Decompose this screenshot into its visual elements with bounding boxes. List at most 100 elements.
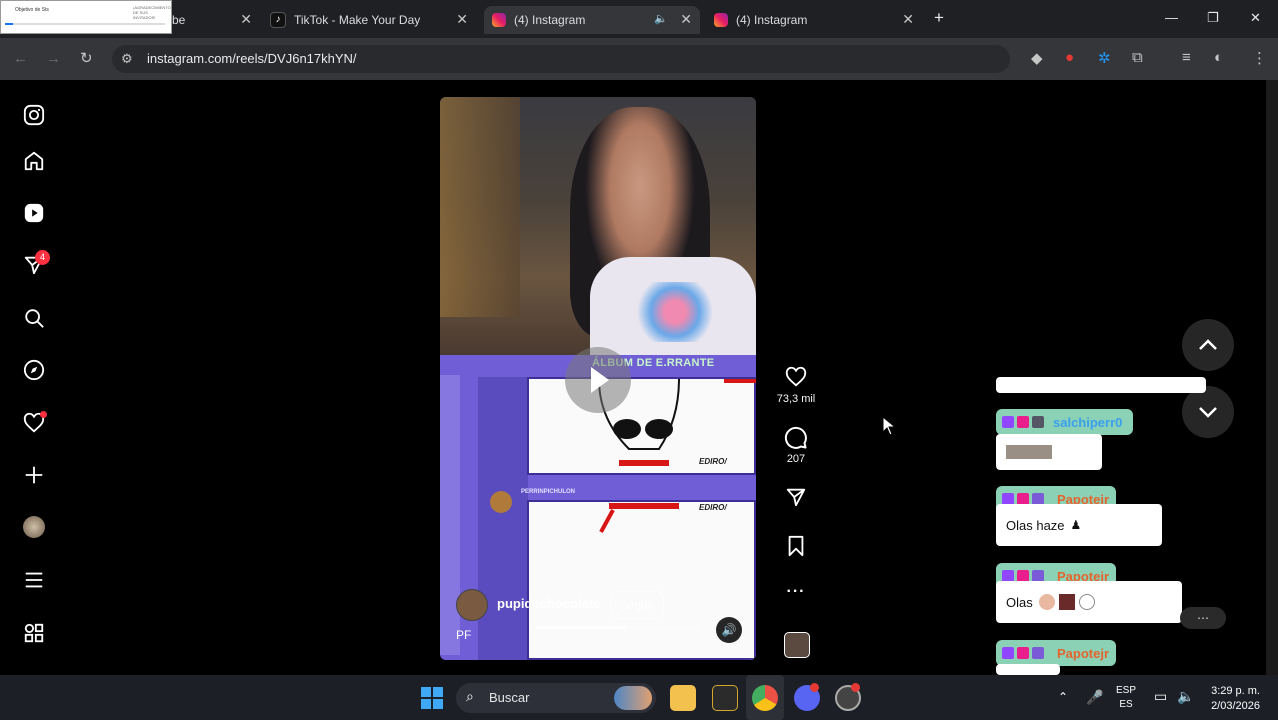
tab-instagram-active[interactable]: (4) Instagram 🔈 ✕ (484, 6, 700, 34)
chat-message-partial (996, 377, 1206, 393)
chat-text: Olas (1006, 594, 1033, 610)
caption-text: PF (456, 628, 472, 642)
tab-label: (4) Instagram (736, 13, 808, 27)
badge-icon (1032, 647, 1044, 659)
tray-expand-icon[interactable]: ⌃ (1058, 690, 1068, 704)
badge-icon (1017, 416, 1029, 428)
webcam-feed (440, 97, 756, 355)
extensions-puzzle-icon[interactable]: ⧉ (1132, 49, 1143, 66)
system-clock[interactable]: 3:29 p. m. 2/03/2026 (1202, 684, 1260, 714)
create-plus-icon[interactable] (21, 462, 47, 488)
emote-image (1006, 445, 1052, 459)
also-from-meta-icon[interactable] (21, 620, 47, 646)
stream-avatar (490, 491, 512, 513)
language-indicator[interactable]: ESP ES (1116, 684, 1136, 712)
close-tab-icon[interactable]: ✕ (240, 11, 252, 28)
home-icon[interactable] (21, 148, 47, 174)
instagram-icon (714, 13, 728, 27)
thumbnail-side-text: ¡AGRADECIMIENTO DE SUS INVITADOS! (133, 5, 171, 20)
menu-dots-icon[interactable]: ⋮ (1252, 49, 1267, 67)
emote-image (1058, 594, 1075, 610)
close-tab-icon[interactable]: ✕ (680, 11, 692, 28)
minimize-icon[interactable]: — (1165, 10, 1178, 25)
chat-message (996, 434, 1102, 470)
instagram-logo-icon[interactable] (21, 102, 47, 128)
chat-username: salchiperr0 (1053, 414, 1123, 430)
taskbar-search[interactable]: ⌕ Buscar (456, 683, 656, 713)
tab-label: TikTok - Make Your Day (294, 13, 421, 27)
explore-icon[interactable] (21, 357, 47, 383)
author-username[interactable]: pupidechocolate (497, 596, 600, 611)
microphone-icon[interactable]: 🎤 (1086, 689, 1103, 706)
like-button[interactable] (782, 366, 810, 388)
chat-message: Olas haze ♟ (996, 504, 1162, 546)
notification-dot (810, 683, 819, 692)
chat-username-pill: Papotejr (996, 640, 1116, 666)
tab-strip: be ✕ ♪ TikTok - Make Your Day ✕ (4) Inst… (0, 0, 1278, 38)
next-reel-button[interactable] (1182, 386, 1234, 438)
emote-icon: ♟ (1070, 518, 1082, 532)
extension-cloud-icon[interactable]: ◆ (1031, 49, 1043, 67)
audio-thumbnail[interactable] (784, 632, 810, 658)
clock-date: 2/03/2026 (1211, 700, 1260, 712)
forward-icon[interactable]: → (46, 50, 61, 67)
new-tab-icon[interactable]: + (934, 8, 944, 28)
media-control-icon[interactable]: ≡ (1182, 49, 1191, 66)
emote-image (1078, 594, 1095, 610)
previous-reel-button[interactable] (1182, 319, 1234, 371)
profile-avatar[interactable] (21, 514, 47, 540)
like-count: 73,3 mil (776, 393, 816, 405)
chat-username: Papotejr (1057, 645, 1110, 661)
extension-translate-icon[interactable]: ✲ (1098, 49, 1111, 67)
comment-count: 207 (786, 453, 806, 465)
chat-text: Olas haze (1006, 517, 1065, 533)
network-icon[interactable]: ▭ (1154, 688, 1167, 705)
extension-record-icon[interactable]: ● (1065, 49, 1074, 66)
reels-icon[interactable] (21, 200, 47, 226)
language-code: ESP (1116, 685, 1137, 696)
thumbnail-progress-bar (5, 23, 165, 25)
notification-dot (40, 411, 47, 418)
more-menu-icon[interactable] (21, 567, 47, 593)
back-icon[interactable]: ← (13, 50, 28, 67)
windows-start-icon[interactable] (420, 686, 444, 710)
tab-thumbnail-popup: Objetivo de Sts ¡AGRADECIMIENTO DE SUS I… (0, 0, 172, 34)
reload-icon[interactable]: ↻ (80, 49, 93, 67)
message-composer-more-icon[interactable]: ⋯ (1180, 607, 1226, 629)
mouse-cursor-icon (882, 416, 896, 436)
reel-video[interactable]: EDIRO/ EDIRO/ ÁLBUM DE E.RRANTE PERRINPI… (440, 97, 756, 660)
save-bookmark-icon[interactable] (782, 535, 810, 557)
chat-message (996, 664, 1060, 675)
notification-dot (851, 683, 860, 692)
play-icon[interactable] (565, 347, 631, 413)
follow-button[interactable]: Seguir (610, 591, 664, 619)
more-options-icon[interactable]: ··· (782, 583, 810, 601)
address-bar[interactable]: ⚙ instagram.com/reels/DVJ6n17khYN/ (112, 45, 1010, 73)
tab-youtube[interactable]: be ✕ (172, 6, 260, 34)
author-avatar[interactable] (456, 589, 488, 621)
close-window-icon[interactable]: ✕ (1250, 10, 1261, 26)
search-highlight-image (614, 686, 652, 710)
instagram-icon (492, 13, 506, 27)
restore-icon[interactable]: ❐ (1207, 10, 1219, 26)
profile-avatar-icon[interactable]: ◐ (1214, 49, 1223, 66)
clock-time: 3:29 p. m. (1211, 685, 1260, 697)
video-progress-bar[interactable] (535, 626, 700, 629)
volume-icon[interactable]: 🔊 (716, 617, 742, 643)
share-icon[interactable] (782, 486, 810, 508)
file-explorer-icon[interactable] (670, 685, 696, 711)
url-text[interactable]: instagram.com/reels/DVJ6n17khYN/ (147, 51, 357, 66)
search-icon[interactable] (21, 305, 47, 331)
app-icon[interactable] (712, 685, 738, 711)
close-tab-icon[interactable]: ✕ (456, 11, 468, 28)
tab-instagram[interactable]: (4) Instagram ✕ (706, 6, 922, 34)
tab-tiktok[interactable]: ♪ TikTok - Make Your Day ✕ (262, 6, 476, 34)
page-scrollbar[interactable] (1266, 80, 1278, 675)
search-placeholder: Buscar (489, 690, 530, 705)
comment-button[interactable] (782, 426, 810, 450)
close-tab-icon[interactable]: ✕ (902, 11, 914, 28)
site-info-icon[interactable]: ⚙ (121, 51, 133, 67)
chat-username-pill: salchiperr0 (996, 409, 1133, 435)
speaker-icon[interactable]: 🔈 (654, 12, 668, 25)
volume-tray-icon[interactable]: 🔈 (1177, 688, 1194, 705)
